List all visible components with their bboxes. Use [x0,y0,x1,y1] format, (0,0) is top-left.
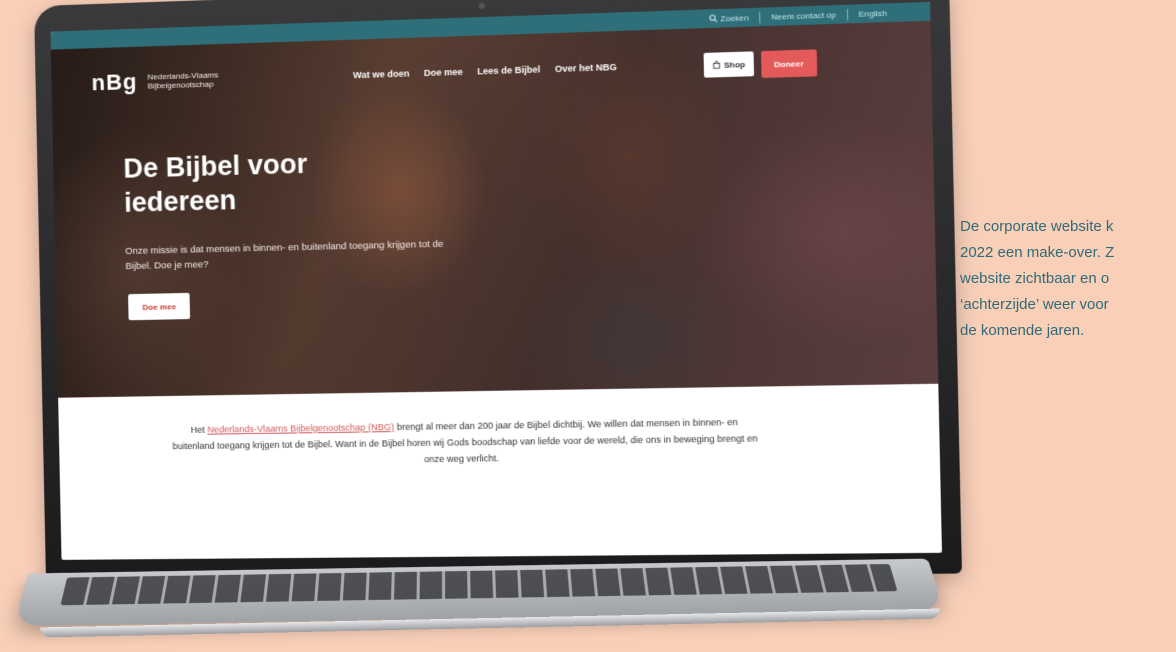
nav-item-wat-we-doen[interactable]: Wat we doen [353,68,409,80]
divider [759,11,760,22]
hero-section: nBg Nederlands-Vlaams Bijbelgenootschap … [51,21,938,398]
shop-button[interactable]: Shop [704,51,755,77]
divider [847,8,848,19]
caption-line-3: website zichtbaar en o [960,266,1176,292]
nbg-link[interactable]: Nederlands-Vlaams Bijbelgenootschap (NBG… [207,422,394,435]
keyboard [60,564,897,605]
laptop-mockup: Zoeken Neem contact op English nBg Neder… [30,6,930,646]
site-logo[interactable]: nBg Nederlands-Vlaams Bijbelgenootschap [91,66,218,96]
hero-title-line-2: iedereen [124,178,410,220]
bag-icon [712,61,721,70]
search-link[interactable]: Zoeken [709,13,749,24]
caption-line-4: ‘achterzijde’ weer voor [960,292,1176,318]
nav-item-lees-de-bijbel[interactable]: Lees de Bijbel [477,64,540,76]
caption-line-5: de komende jaren. [960,318,1176,344]
donate-label: Doneer [774,59,804,69]
hero-cta-button[interactable]: Doe mee [128,293,190,320]
nav-item-over-het-nbg[interactable]: Over het NBG [555,62,617,74]
logo-mark: nBg [91,69,137,97]
caption-line-1: De corporate website k [960,214,1176,240]
camera [479,3,485,9]
laptop-lid: Zoeken Neem contact op English nBg Neder… [34,0,962,580]
language-link[interactable]: English [859,8,888,18]
donate-button[interactable]: Doneer [761,49,817,78]
hero-title: De Bijbel voor iedereen [123,144,409,220]
logo-line-2: Bijbelgenootschap [148,79,219,90]
search-icon [709,14,718,23]
project-caption: De corporate website k 2022 een make-ove… [960,214,1176,344]
shop-label: Shop [724,59,745,69]
intro-prefix: Het [190,425,207,435]
laptop-screen: Zoeken Neem contact op English nBg Neder… [50,2,941,560]
hero-cta-label: Doe mee [142,302,176,312]
logo-wordmark: Nederlands-Vlaams Bijbelgenootschap [147,70,218,90]
contact-link[interactable]: Neem contact op [771,10,836,21]
search-label: Zoeken [720,13,749,23]
intro-text: Het Nederlands-Vlaams Bijbelgenootschap … [169,413,761,470]
caption-line-2: 2022 een make-over. Z [960,240,1176,266]
nav-item-doe-mee[interactable]: Doe mee [424,67,463,78]
